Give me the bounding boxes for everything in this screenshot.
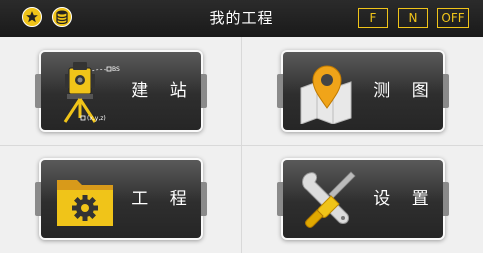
off-button[interactable]: OFF bbox=[437, 8, 469, 28]
n-button[interactable]: N bbox=[398, 8, 428, 28]
total-station-icon: BS (x,y,z) bbox=[63, 62, 120, 123]
settings-tile[interactable]: 设 置 bbox=[277, 160, 449, 238]
project-tile[interactable]: 工 程 bbox=[35, 160, 207, 238]
settings-label: 设 置 bbox=[373, 189, 437, 209]
survey-map-label: 测 图 bbox=[373, 81, 437, 101]
tile-rail bbox=[35, 182, 41, 216]
project-label: 工 程 bbox=[131, 189, 195, 209]
station-setup-tile[interactable]: BS (x,y,z) 建 站 bbox=[35, 52, 207, 130]
tile-rail bbox=[277, 182, 283, 216]
tile-rail bbox=[443, 182, 449, 216]
tile-rail bbox=[35, 74, 41, 108]
survey-map-tile[interactable]: 测 图 bbox=[277, 52, 449, 130]
bs-label: BS bbox=[112, 66, 120, 73]
map-pin-icon bbox=[300, 65, 352, 124]
f-button[interactable]: F bbox=[358, 8, 388, 28]
tile-rail bbox=[201, 74, 207, 108]
folder-gear-icon bbox=[57, 180, 113, 226]
app-window: 我的工程 F N OFF BS (x,y,z) 建 站 测 图 工 程 设 置 bbox=[0, 0, 483, 253]
wrench-screwdriver-icon bbox=[302, 171, 356, 228]
tile-rail bbox=[277, 74, 283, 108]
top-bar: 我的工程 F N OFF bbox=[0, 0, 483, 37]
grid-divider-vertical bbox=[241, 37, 242, 253]
tile-rail bbox=[201, 182, 207, 216]
station-setup-label: 建 站 bbox=[131, 81, 195, 101]
tile-rail bbox=[443, 74, 449, 108]
xyz-label: (x,y,z) bbox=[87, 115, 106, 122]
